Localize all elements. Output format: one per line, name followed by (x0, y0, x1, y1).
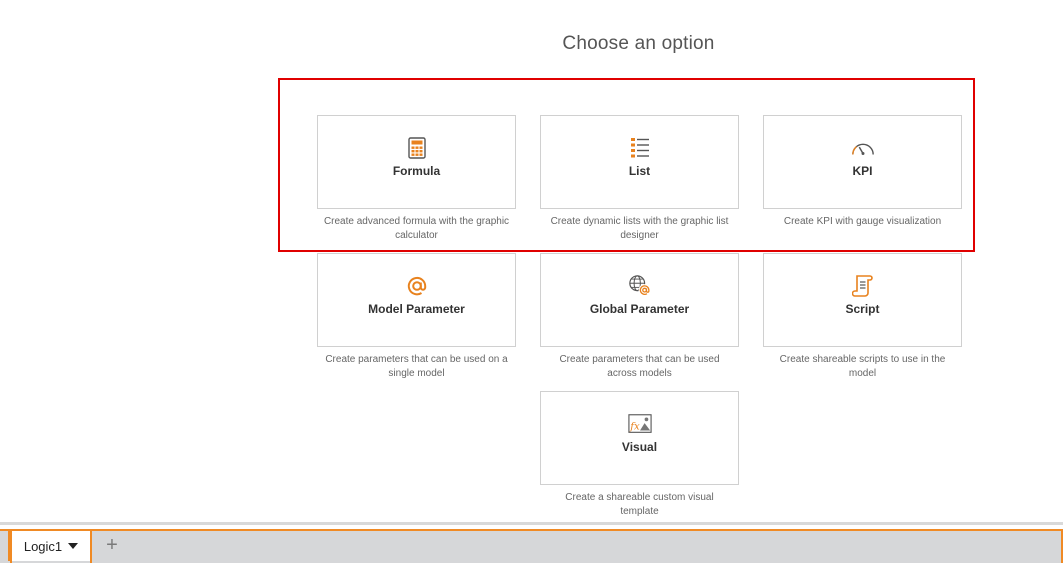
fx-image-icon: fx (627, 412, 652, 436)
model-parameter-card[interactable]: Model Parameter (317, 253, 516, 347)
script-scroll-icon (851, 274, 875, 298)
list-icon (628, 136, 652, 160)
caret-down-icon[interactable] (68, 543, 79, 549)
list-label: List (628, 164, 651, 178)
formula-label: Formula (392, 164, 441, 178)
option-script: Script Create shareable scripts to use i… (763, 253, 962, 381)
globe-at-icon (628, 274, 652, 298)
tab-bar-left-edge (0, 529, 10, 561)
model-parameter-description: Create parameters that can be used on a … (325, 354, 508, 379)
script-label: Script (845, 302, 880, 316)
kpi-card[interactable]: KPI (763, 115, 962, 209)
visual-card[interactable]: fx Visual (540, 391, 739, 485)
bottom-divider (0, 522, 1063, 525)
svg-text:fx: fx (629, 422, 640, 433)
model-parameter-label: Model Parameter (368, 302, 465, 316)
visual-label: Visual (621, 440, 658, 454)
list-description: Create dynamic lists with the graphic li… (550, 216, 729, 241)
option-formula: Formula Create advanced formula with the… (317, 115, 516, 243)
tab-bar (0, 529, 1063, 563)
script-description: Create shareable scripts to use in the m… (779, 354, 946, 379)
option-global-parameter: Global Parameter Create parameters that … (540, 253, 739, 381)
tab-logic1[interactable]: Logic1 (12, 531, 90, 561)
add-tab-button[interactable]: + (102, 534, 122, 558)
page-title: Choose an option (562, 33, 715, 54)
page: Choose an option Formula Create advanced… (0, 0, 1063, 563)
option-kpi: KPI Create KPI with gauge visualization (763, 115, 962, 229)
global-parameter-card[interactable]: Global Parameter (540, 253, 739, 347)
list-card[interactable]: List (540, 115, 739, 209)
script-card[interactable]: Script (763, 253, 962, 347)
visual-description: Create a shareable custom visual templat… (565, 492, 714, 517)
global-parameter-description: Create parameters that can be used acros… (559, 354, 720, 379)
formula-description: Create advanced formula with the graphic… (323, 216, 510, 241)
tab-logic1-label: Logic1 (23, 538, 63, 554)
option-visual: fx Visual Create a shareable custom visu… (540, 391, 739, 519)
option-model-parameter: Model Parameter Create parameters that c… (317, 253, 516, 381)
option-list: List Create dynamic lists with the graph… (540, 115, 739, 243)
gauge-icon (851, 136, 875, 160)
calculator-icon (405, 136, 429, 160)
kpi-label: KPI (852, 164, 873, 178)
kpi-description: Create KPI with gauge visualization (783, 216, 942, 227)
at-sign-icon (405, 274, 429, 298)
formula-card[interactable]: Formula (317, 115, 516, 209)
global-parameter-label: Global Parameter (589, 302, 690, 316)
